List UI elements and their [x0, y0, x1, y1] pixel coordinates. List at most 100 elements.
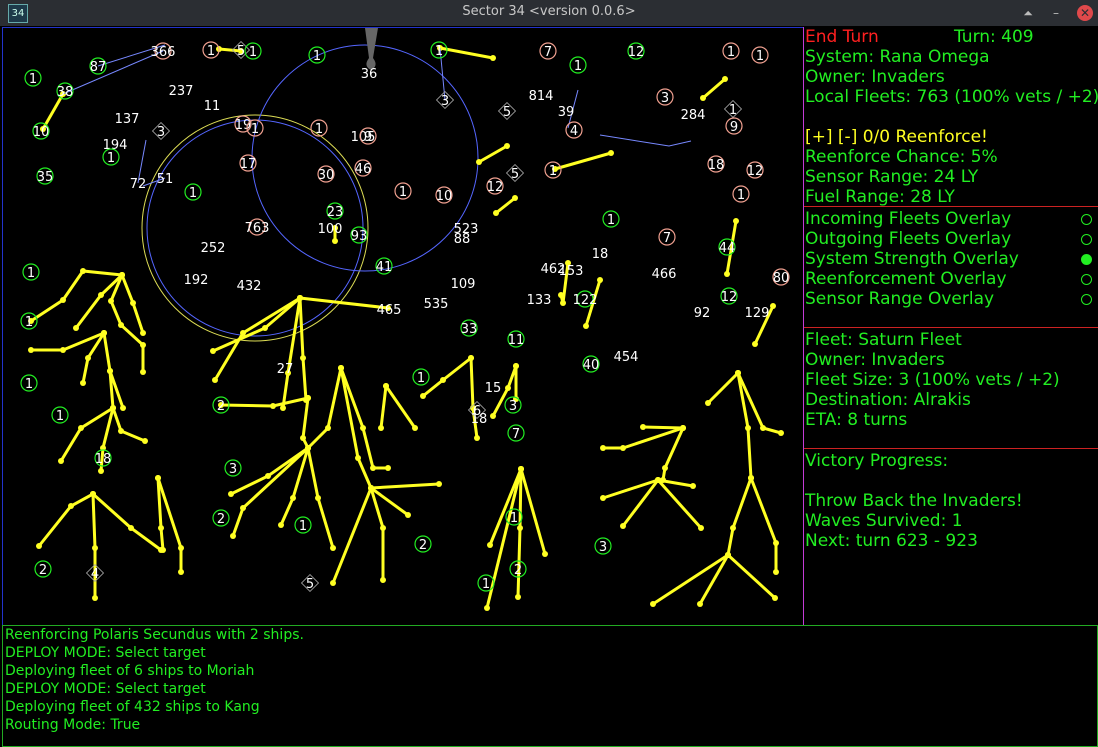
star-system: 30: [317, 165, 335, 183]
fleet-marker: [240, 330, 246, 336]
star-system-label: 1: [107, 151, 115, 166]
fleet-route-line: [370, 482, 440, 490]
fleet-marker: [110, 405, 116, 411]
star-system: 122: [573, 290, 597, 308]
star-system: 41: [375, 257, 393, 275]
fleet-marker: [68, 503, 74, 509]
supply-line: [599, 134, 692, 147]
log-line: DEPLOY MODE: Select target: [5, 645, 206, 661]
fleet-marker: [140, 342, 146, 348]
star-system: 1: [102, 148, 120, 166]
star-system-label: 51: [157, 172, 174, 187]
star-system: 466: [652, 267, 677, 282]
minimize-icon[interactable]: –: [1046, 3, 1066, 23]
end-turn-button[interactable]: End Turn: [805, 27, 879, 47]
fleet-marker: [325, 425, 331, 431]
star-system: 93: [350, 226, 368, 244]
fleet-marker: [620, 445, 626, 451]
star-system: 4: [85, 563, 105, 583]
fleet-marker: [305, 445, 311, 451]
star-system-label: 46: [355, 162, 372, 177]
star-system-label: 1: [482, 577, 490, 592]
reenforce-minus-button[interactable]: [-]: [838, 127, 857, 147]
overlay-outgoing-radio[interactable]: [1081, 234, 1092, 245]
star-system: 3: [151, 121, 171, 141]
fleet-route-line: [661, 427, 685, 481]
overlay-sensor-radio[interactable]: [1081, 294, 1092, 305]
fleet-marker: [278, 522, 284, 528]
star-system: 137: [115, 112, 140, 127]
overlay-sensor[interactable]: Sensor Range Overlay: [804, 289, 1098, 309]
overlay-incoming[interactable]: Incoming Fleets Overlay: [804, 209, 1098, 229]
fleet-marker: [178, 569, 184, 575]
fleet-marker: [773, 569, 779, 575]
close-icon[interactable]: ✕: [1077, 5, 1093, 21]
overlay-outgoing[interactable]: Outgoing Fleets Overlay: [804, 229, 1098, 249]
star-system-label: 1: [435, 44, 443, 59]
fleet-marker: [640, 424, 646, 430]
fleet-marker: [98, 292, 104, 298]
star-system: 252: [201, 241, 226, 256]
star-system: 237: [169, 84, 194, 99]
reenforce-plus-button[interactable]: [+]: [805, 127, 833, 147]
fleet-marker: [92, 595, 98, 601]
fleet-marker: [705, 400, 711, 406]
fleet-route-line: [519, 468, 547, 555]
fleet-marker: [505, 385, 511, 391]
star-system-label: 88: [454, 232, 471, 247]
fleet-route-line: [478, 144, 508, 164]
star-map-canvas[interactable]: 1873810366 1 5 1361 1 7 12 1 123711 313719413 19 11…: [3, 28, 803, 626]
star-system-label: 454: [614, 350, 639, 365]
star-system: 10: [32, 122, 50, 140]
fleet-marker: [380, 525, 386, 531]
star-system-label: 9: [730, 120, 738, 135]
star-system-label: 133: [527, 293, 552, 308]
fleet-marker: [383, 383, 389, 389]
maximize-icon[interactable]: ⏶: [1018, 3, 1038, 23]
star-system-label: 1: [189, 186, 197, 201]
star-map[interactable]: 1 87 38 10 366 1 5 1 36 1 1 7 12 1 1 237 11 3 137 194 1 3 19 1 1…: [2, 27, 804, 627]
overlay-strength-radio[interactable]: [1081, 254, 1092, 265]
star-system-label: 18: [95, 452, 112, 467]
overlay-reenforce[interactable]: Reenforcement Overlay: [804, 269, 1098, 289]
fleet-marker: [468, 355, 474, 361]
star-system: 92: [694, 306, 711, 321]
star-system-label: 7: [663, 231, 671, 246]
fleet-marker: [368, 485, 374, 491]
star-system-label: 12: [628, 45, 645, 60]
fleet-routes: [28, 45, 784, 611]
fleet-marker: [735, 370, 741, 376]
star-system: 100: [318, 222, 343, 237]
star-system-label: 17: [240, 157, 257, 172]
star-system-label: 10: [436, 189, 453, 204]
fleet-marker: [142, 438, 148, 444]
fleet-marker: [230, 533, 236, 539]
star-system-label: 18: [592, 247, 609, 262]
star-system-label: 129: [745, 306, 770, 321]
fleet-marker: [620, 523, 626, 529]
system-name: System: Rana Omega: [805, 47, 990, 67]
star-system-label: 5: [511, 167, 519, 182]
star-system-label: 466: [652, 267, 677, 282]
star-system: 38: [56, 82, 74, 100]
overlay-reenforce-radio[interactable]: [1081, 274, 1092, 285]
reenforce-button[interactable]: 0/0 Reenforce!: [863, 127, 988, 147]
fleet-route-line: [306, 367, 343, 450]
star-system: 1: [394, 182, 412, 200]
fleet-marker: [772, 595, 778, 601]
overlay-strength[interactable]: System Strength Overlay: [804, 249, 1098, 269]
star-system: 12: [627, 42, 645, 60]
fleet-marker: [725, 552, 731, 558]
waves-survived: Waves Survived: 1: [805, 511, 963, 531]
star-system-label: 18: [471, 412, 488, 427]
fleet-route-line: [91, 492, 162, 552]
fleet-marker: [493, 210, 499, 216]
log-line: Routing Mode: True: [5, 717, 141, 733]
star-system-label: 1: [249, 45, 257, 60]
star-system-label: 366: [151, 45, 176, 60]
fleet-route-line: [603, 426, 684, 450]
fleet-marker: [697, 601, 703, 607]
star-system-label: 1: [25, 315, 33, 330]
overlay-incoming-radio[interactable]: [1081, 214, 1092, 225]
star-system-label: 1: [417, 371, 425, 386]
